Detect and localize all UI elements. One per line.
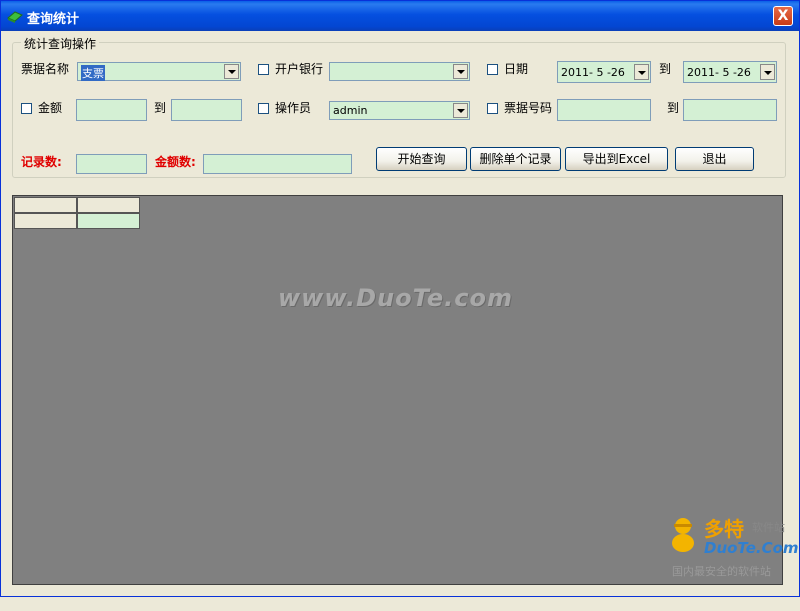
amount-to-input[interactable] — [171, 99, 242, 121]
bank-checkbox[interactable] — [258, 64, 269, 75]
watermark-text: www.DuoTe.com — [278, 284, 513, 312]
bank-label: 开户银行 — [275, 62, 324, 76]
ticket-name-combo[interactable]: 支票 — [77, 62, 241, 81]
grid-data-cell[interactable] — [77, 213, 140, 229]
mascot-icon — [672, 518, 694, 552]
amount-to-label: 到 — [154, 101, 167, 115]
chevron-down-icon[interactable] — [760, 64, 775, 80]
amount-count-label: 金额数: — [155, 155, 196, 169]
start-query-button[interactable]: 开始查询 — [376, 147, 467, 171]
chevron-down-icon[interactable] — [224, 64, 239, 79]
operator-checkbox[interactable] — [258, 103, 269, 114]
grid-row-header-cell[interactable] — [14, 213, 77, 229]
query-statistics-window: 查询统计 X 统计查询操作 票据名称 支票 开户银行 日期 2011- 5 -2… — [0, 0, 800, 597]
ticket-name-label: 票据名称 — [21, 62, 70, 76]
brand-subtitle: 软件站 — [752, 521, 785, 534]
exit-button[interactable]: 退出 — [675, 147, 754, 171]
date-to-label: 到 — [659, 62, 672, 76]
amount-checkbox[interactable] — [21, 103, 32, 114]
date-to-picker[interactable]: 2011- 5 -26 — [683, 61, 777, 83]
chevron-down-icon[interactable] — [453, 64, 468, 79]
brand-english-name: DuoTe.Com — [704, 539, 799, 557]
ticket-name-value: 支票 — [81, 65, 105, 81]
operator-value: admin — [333, 104, 368, 117]
grid-header-cell[interactable] — [77, 197, 140, 213]
amount-count-field — [203, 154, 352, 174]
date-label: 日期 — [504, 62, 529, 76]
ticket-no-label: 票据号码 — [504, 101, 553, 115]
record-count-label: 记录数: — [21, 155, 62, 169]
query-groupbox: 统计查询操作 票据名称 支票 开户银行 日期 2011- 5 -26 到 201… — [12, 35, 786, 178]
brand-tagline: 国内最安全的软件站 — [672, 565, 771, 578]
ticket-no-to-label: 到 — [667, 101, 680, 115]
brand-watermark: 多特 软件站 DuoTe.Com 国内最安全的软件站 — [660, 511, 800, 611]
close-button[interactable]: X — [773, 6, 793, 26]
ticket-no-checkbox[interactable] — [487, 103, 498, 114]
title-bar[interactable]: 查询统计 X — [1, 1, 799, 31]
export-excel-button[interactable]: 导出到Excel — [565, 147, 668, 171]
record-count-field — [76, 154, 147, 174]
ticket-no-to-input[interactable] — [683, 99, 777, 121]
grid-corner-cell — [14, 197, 77, 213]
window-title: 查询统计 — [27, 12, 80, 27]
ticket-no-from-input[interactable] — [557, 99, 651, 121]
chevron-down-icon[interactable] — [453, 103, 468, 118]
delete-record-button[interactable]: 删除单个记录 — [470, 147, 561, 171]
date-from-value: 2011- 5 -26 — [561, 66, 625, 79]
date-checkbox[interactable] — [487, 64, 498, 75]
brand-chinese-name: 多特 — [704, 517, 744, 541]
date-from-picker[interactable]: 2011- 5 -26 — [557, 61, 651, 83]
app-icon — [7, 11, 23, 23]
operator-label: 操作员 — [275, 101, 312, 115]
bank-combo[interactable] — [329, 62, 470, 81]
chevron-down-icon[interactable] — [634, 64, 649, 80]
date-to-value: 2011- 5 -26 — [687, 66, 751, 79]
operator-combo[interactable]: admin — [329, 101, 470, 120]
amount-label: 金额 — [38, 101, 63, 115]
groupbox-title: 统计查询操作 — [21, 35, 100, 52]
amount-from-input[interactable] — [76, 99, 147, 121]
client-area: 统计查询操作 票据名称 支票 开户银行 日期 2011- 5 -26 到 201… — [4, 31, 799, 595]
